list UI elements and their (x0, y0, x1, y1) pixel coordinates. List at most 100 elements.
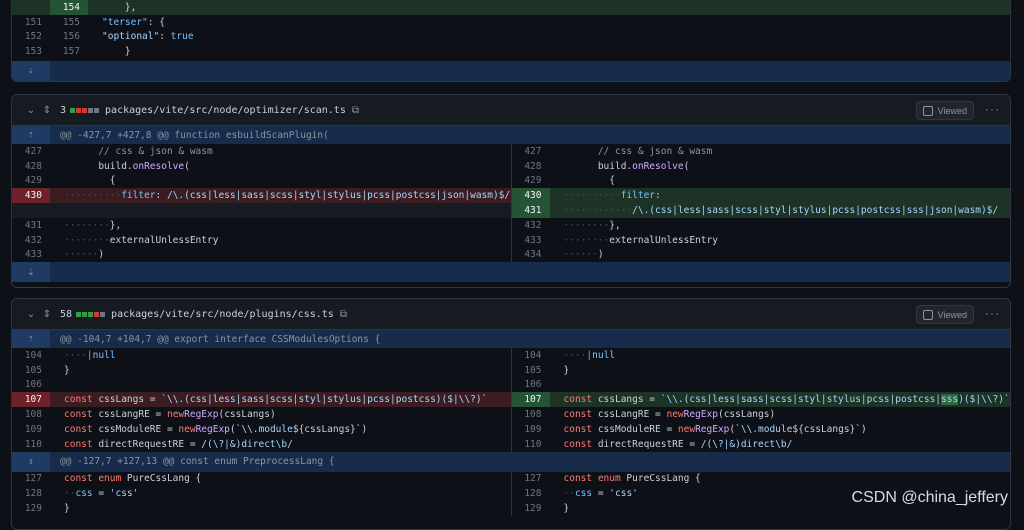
line-number[interactable]: 104 (512, 348, 550, 363)
expand-down-icon[interactable]: ⇣ (12, 61, 50, 81)
left-pane: 104 ···· | null 105} 106 107 const cssLangs… (12, 348, 511, 452)
line-number[interactable]: 105 (12, 363, 50, 378)
diffstat-bars (70, 107, 100, 113)
code-line: build. onResolve( (563, 160, 690, 172)
line-number[interactable]: 106 (12, 378, 50, 393)
expand-down-row[interactable]: ⇣ (12, 61, 1010, 81)
line-number[interactable]: 105 (512, 363, 550, 378)
file-path-link[interactable]: packages/vite/src/node/plugins/css.ts (111, 309, 334, 320)
line-number[interactable]: 128 (512, 486, 550, 501)
diffstat-neutral-square (100, 311, 106, 317)
old-line-number[interactable]: 151 (12, 15, 50, 30)
expand-down-icon[interactable]: ⇣ (12, 262, 50, 283)
line-number[interactable]: 110 (12, 437, 50, 452)
split-diff: 104 ···· | null 105} 106 107 const cssLangs… (12, 348, 1010, 452)
copy-icon[interactable]: ⧉ (340, 309, 347, 320)
line-number[interactable]: 432 (12, 233, 50, 248)
copy-icon[interactable]: ⧉ (352, 105, 359, 116)
code-line: ·········· filter: (563, 190, 661, 202)
code-line: ···· | null (64, 349, 116, 361)
left-pane: 127 const enum PureCssLang { 128 ·· css = '… (12, 472, 511, 516)
line-number[interactable]: 428 (512, 159, 550, 174)
more-options-icon[interactable]: ··· (985, 306, 1000, 320)
new-line-number[interactable]: 156 (50, 30, 88, 45)
diff-file-scan-ts: ⌄ ⇕ 3 packages/vite/src/node/optimizer/s… (11, 94, 1011, 288)
old-line-number[interactable]: 152 (12, 30, 50, 45)
watermark: CSDN @china_jeffery (851, 489, 1008, 506)
expand-all-icon[interactable]: ⇕ (40, 309, 54, 320)
expand-all-icon[interactable]: ⇕ (40, 105, 54, 116)
chevron-down-icon[interactable]: ⌄ (22, 309, 40, 320)
hunk-header: ⇡ @@ -427,7 +427,8 @@ function esbuildSc… (12, 126, 1010, 144)
code-line: ········ externalUnlessEntry (64, 234, 219, 246)
line-number[interactable]: 107 (511, 392, 550, 408)
viewed-checkbox[interactable]: Viewed (915, 101, 974, 120)
expand-down-row[interactable]: ⇣ (12, 262, 1010, 283)
code-line: ······) (563, 249, 604, 261)
line-number[interactable]: 129 (12, 501, 50, 516)
diffstat-del-square (94, 311, 100, 317)
line-number[interactable]: 432 (512, 218, 550, 233)
diffstat-add-square (70, 107, 76, 113)
line-number[interactable]: 106 (512, 378, 550, 393)
hunk-header: ⇡ @@ -104,7 +104,7 @@ export interface C… (12, 330, 1010, 348)
code-line: ······) (64, 249, 105, 261)
checkbox-box (922, 105, 933, 116)
viewed-label: Viewed (937, 105, 967, 116)
code-line: const enum PureCssLang { (563, 473, 701, 485)
file-path-link[interactable]: packages/vite/src/node/optimizer/scan.ts (105, 105, 346, 116)
chevron-down-icon[interactable]: ⌄ (22, 105, 40, 116)
line-number[interactable]: 433 (512, 233, 550, 248)
line-number[interactable]: 127 (512, 472, 550, 487)
old-line-number[interactable]: 153 (12, 44, 50, 59)
new-line-number[interactable]: 157 (50, 44, 88, 59)
line-number[interactable]: 108 (512, 407, 550, 422)
line-number[interactable]: 110 (512, 437, 550, 452)
line-number[interactable]: 430 (12, 188, 50, 204)
diffstat-add-square (76, 311, 82, 317)
line-number[interactable]: 427 (512, 144, 550, 159)
line-number[interactable]: 429 (512, 174, 550, 189)
line-number[interactable]: 107 (12, 392, 50, 408)
line-number[interactable]: 129 (512, 501, 550, 516)
code-line: } (563, 364, 570, 376)
expand-up-icon[interactable]: ⇡ (12, 126, 50, 144)
line-number[interactable]: 434 (512, 248, 550, 263)
code-line: { (563, 175, 615, 187)
expand-up-icon[interactable]: ⇡ (12, 330, 50, 348)
line-number[interactable]: 431 (511, 203, 550, 218)
line-number[interactable]: 433 (12, 248, 50, 263)
viewed-checkbox[interactable]: Viewed (915, 305, 974, 324)
line-number[interactable]: 108 (12, 407, 50, 422)
code-line: const directRequestRE = /(\?|&)direct\b/ (563, 438, 793, 450)
line-number[interactable]: 430 (511, 188, 550, 204)
change-count: 58 (60, 308, 73, 320)
old-line-number (12, 0, 50, 15)
line-number[interactable]: 104 (12, 348, 50, 363)
line-number[interactable]: 109 (512, 422, 550, 437)
more-options-icon[interactable]: ··· (985, 102, 1000, 116)
line-number[interactable]: 127 (12, 472, 50, 487)
line-number[interactable]: 428 (12, 159, 50, 174)
viewed-label: Viewed (937, 309, 967, 320)
hunk-header-text: @@ -427,7 +427,8 @@ function esbuildScan… (60, 129, 329, 141)
diff-row: 154 }, (12, 0, 1010, 15)
line-number[interactable]: 109 (12, 422, 50, 437)
line-number[interactable]: 429 (12, 174, 50, 189)
code-line: build. onResolve( (64, 160, 190, 172)
diffstat-add-square (88, 311, 94, 317)
expand-both-icon[interactable]: ⇕ (12, 451, 50, 472)
line-number[interactable]: 427 (12, 144, 50, 159)
code-line: ········}, (563, 219, 621, 231)
code-line: // css & json & wasm (64, 145, 213, 157)
code-line: ············/\.(css|less|sass|scss|styl|… (563, 205, 999, 217)
code-line: // css & json & wasm (563, 145, 713, 157)
line-number[interactable]: 128 (12, 486, 50, 501)
line-number[interactable]: 431 (12, 218, 50, 233)
new-line-number[interactable]: 155 (50, 15, 88, 30)
new-line-number[interactable]: 154 (50, 0, 88, 15)
code-line: const cssLangs = `\\.(css|less|sass|scss… (563, 394, 1010, 406)
